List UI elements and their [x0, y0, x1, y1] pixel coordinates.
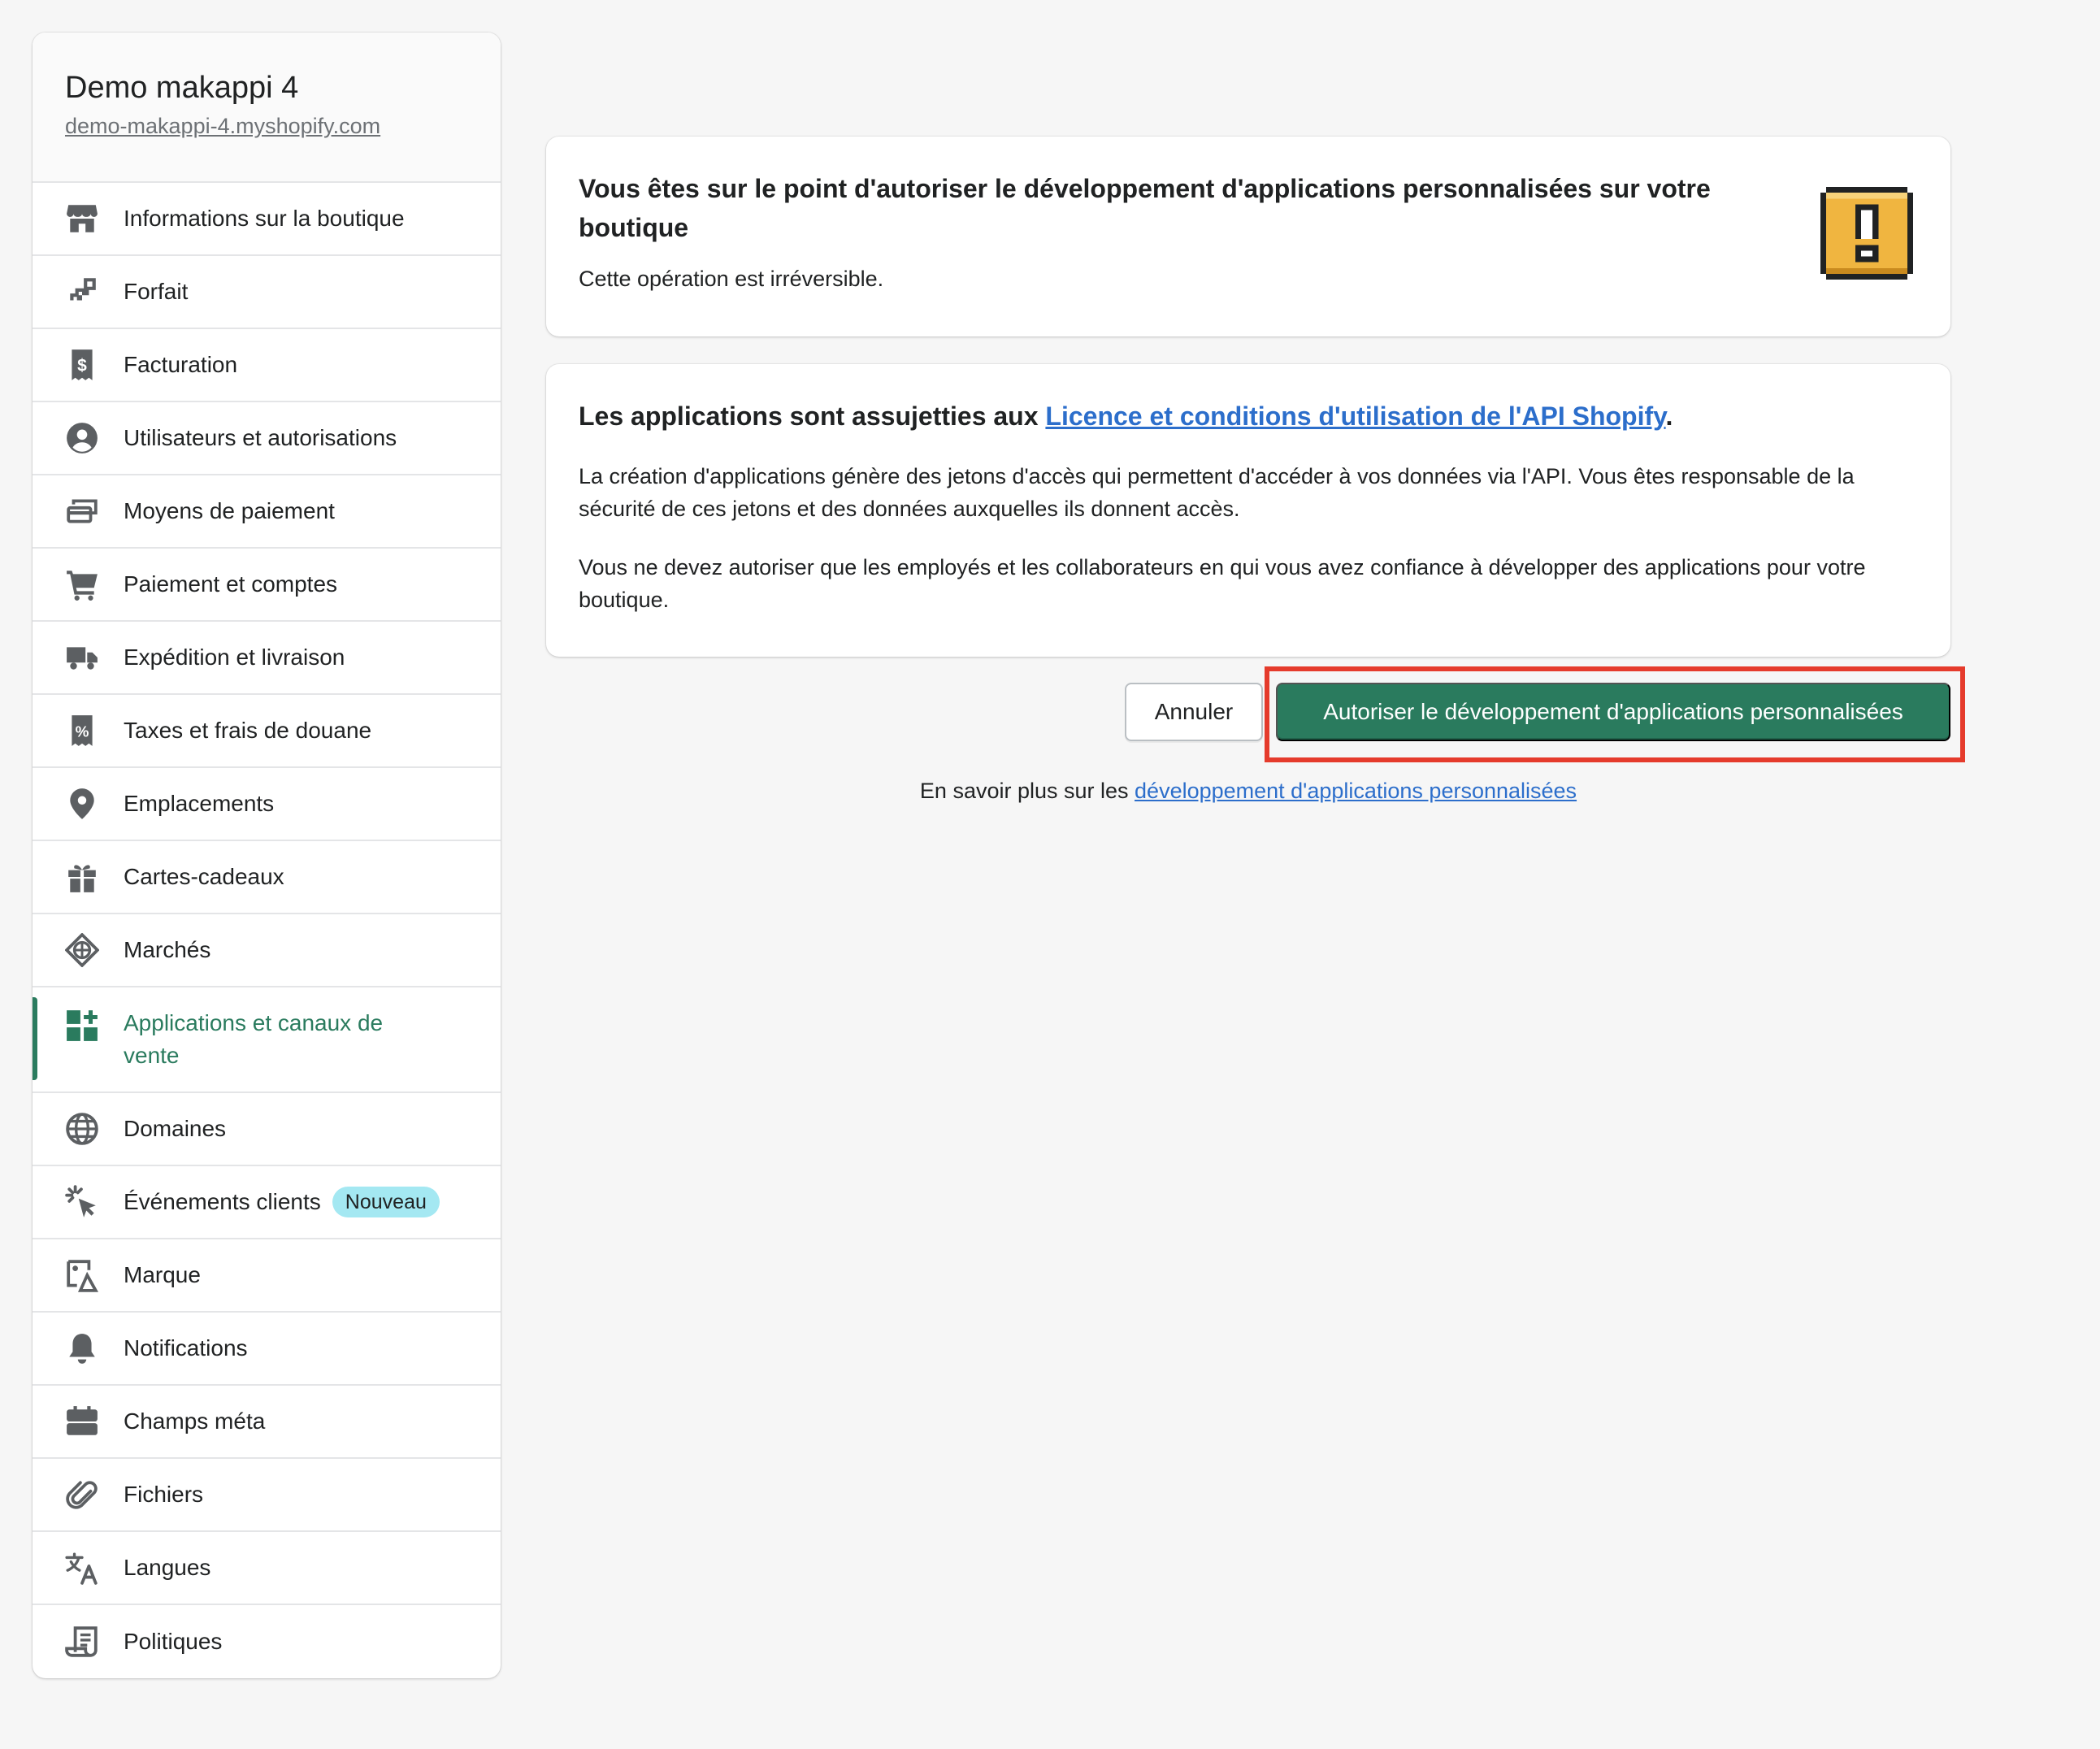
sidebar-item-label: Applications et canaux de vente	[124, 1010, 384, 1068]
settings-sidebar: Demo makappi 4 demo-makappi-4.myshopify.…	[33, 33, 501, 1678]
new-badge: Nouveau	[332, 1187, 440, 1217]
sidebar-item-label: Facturation	[124, 352, 238, 377]
globe-icon	[65, 1112, 99, 1146]
policy-icon	[65, 1625, 99, 1659]
sidebar-item-customer-events[interactable]: Événements clients Nouveau	[33, 1166, 501, 1239]
sidebar-item-metafields[interactable]: Champs méta	[33, 1386, 501, 1459]
sidebar-item-policies[interactable]: Politiques	[33, 1605, 501, 1678]
sidebar-item-label: Langues	[124, 1555, 211, 1580]
warning-title: Vous êtes sur le point d'autoriser le dé…	[579, 174, 1711, 242]
store-icon	[65, 202, 99, 236]
billing-icon: $	[65, 348, 99, 382]
user-icon	[65, 421, 99, 455]
markets-icon	[65, 933, 99, 967]
sidebar-item-languages[interactable]: Langues	[33, 1532, 501, 1605]
tax-icon: %	[65, 714, 99, 748]
svg-text:%: %	[76, 723, 89, 740]
store-url-link[interactable]: demo-makappi-4.myshopify.com	[65, 114, 380, 139]
sidebar-item-label: Expédition et livraison	[124, 644, 345, 670]
sidebar-item-label: Notifications	[124, 1335, 248, 1361]
terms-paragraph-2: Vous ne devez autoriser que les employés…	[579, 555, 1866, 612]
truck-icon	[65, 640, 99, 675]
sidebar-item-notifications[interactable]: Notifications	[33, 1313, 501, 1386]
sidebar-item-label: Marchés	[124, 937, 211, 962]
store-header: Demo makappi 4 demo-makappi-4.myshopify.…	[33, 33, 501, 183]
brand-icon	[65, 1258, 99, 1292]
sidebar-item-label: Champs méta	[124, 1408, 266, 1434]
sidebar-item-plan[interactable]: Forfait	[33, 256, 501, 329]
warning-exclamation-icon	[1820, 187, 1913, 280]
sidebar-item-label: Paiement et comptes	[124, 571, 338, 597]
sidebar-item-label: Politiques	[124, 1629, 223, 1654]
sidebar-item-shipping[interactable]: Expédition et livraison	[33, 622, 501, 695]
api-license-link[interactable]: Licence et conditions d'utilisation de l…	[1045, 401, 1665, 431]
learn-more-prefix: En savoir plus sur les	[919, 779, 1135, 803]
bell-icon	[65, 1331, 99, 1365]
cart-icon	[65, 567, 99, 601]
sidebar-item-label: Informations sur la boutique	[124, 206, 405, 231]
terms-paragraph-1: La création d'applications génère des je…	[579, 464, 1855, 521]
cancel-button[interactable]: Annuler	[1125, 683, 1263, 741]
terms-title: Les applications sont assujetties aux Li…	[579, 397, 1918, 436]
sidebar-item-checkout[interactable]: Paiement et comptes	[33, 549, 501, 622]
sidebar-item-payment-methods[interactable]: Moyens de paiement	[33, 475, 501, 549]
sidebar-item-domains[interactable]: Domaines	[33, 1093, 501, 1166]
translate-icon	[65, 1551, 99, 1585]
sidebar-item-label: Cartes-cadeaux	[124, 864, 284, 889]
sidebar-item-brand[interactable]: Marque	[33, 1239, 501, 1313]
sidebar-item-store-details[interactable]: Informations sur la boutique	[33, 183, 501, 256]
sidebar-item-label: Fichiers	[124, 1482, 204, 1507]
sidebar-item-taxes[interactable]: % Taxes et frais de douane	[33, 695, 501, 768]
warning-subtitle: Cette opération est irréversible.	[579, 267, 884, 291]
sidebar-item-label: Utilisateurs et autorisations	[124, 425, 397, 450]
paperclip-icon	[65, 1478, 99, 1512]
learn-more-text: En savoir plus sur les développement d'a…	[546, 779, 1950, 804]
cursor-icon	[65, 1185, 99, 1219]
plan-icon	[65, 275, 99, 309]
apps-icon	[65, 1009, 99, 1043]
sidebar-item-label: Emplacements	[124, 791, 275, 816]
store-name: Demo makappi 4	[65, 71, 299, 105]
metafields-icon	[65, 1404, 99, 1439]
terms-card: Les applications sont assujetties aux Li…	[546, 364, 1950, 657]
sidebar-item-label: Moyens de paiement	[124, 498, 335, 523]
svg-text:$: $	[77, 356, 87, 375]
sidebar-item-locations[interactable]: Emplacements	[33, 768, 501, 841]
sidebar-item-files[interactable]: Fichiers	[33, 1459, 501, 1532]
location-icon	[65, 787, 99, 821]
sidebar-item-label: Événements clients	[124, 1189, 321, 1214]
sidebar-item-users[interactable]: Utilisateurs et autorisations	[33, 402, 501, 475]
payment-icon	[65, 494, 99, 528]
sidebar-item-label: Taxes et frais de douane	[124, 718, 372, 743]
terms-title-text: Les applications sont assujetties aux	[579, 401, 1046, 431]
sidebar-item-label: Marque	[124, 1262, 201, 1287]
terms-title-suffix: .	[1665, 401, 1673, 431]
sidebar-item-apps[interactable]: Applications et canaux de vente	[33, 987, 501, 1093]
sidebar-item-markets[interactable]: Marchés	[33, 914, 501, 987]
sidebar-item-label: Forfait	[124, 279, 189, 304]
warning-card: Vous êtes sur le point d'autoriser le dé…	[546, 137, 1950, 336]
sidebar-item-gift-cards[interactable]: Cartes-cadeaux	[33, 841, 501, 914]
gift-icon	[65, 860, 99, 894]
sidebar-item-label: Domaines	[124, 1116, 227, 1141]
allow-custom-app-development-button[interactable]: Autoriser le développement d'application…	[1276, 683, 1950, 741]
sidebar-item-billing[interactable]: $ Facturation	[33, 329, 501, 402]
custom-app-development-link[interactable]: développement d'applications personnalis…	[1135, 779, 1577, 803]
